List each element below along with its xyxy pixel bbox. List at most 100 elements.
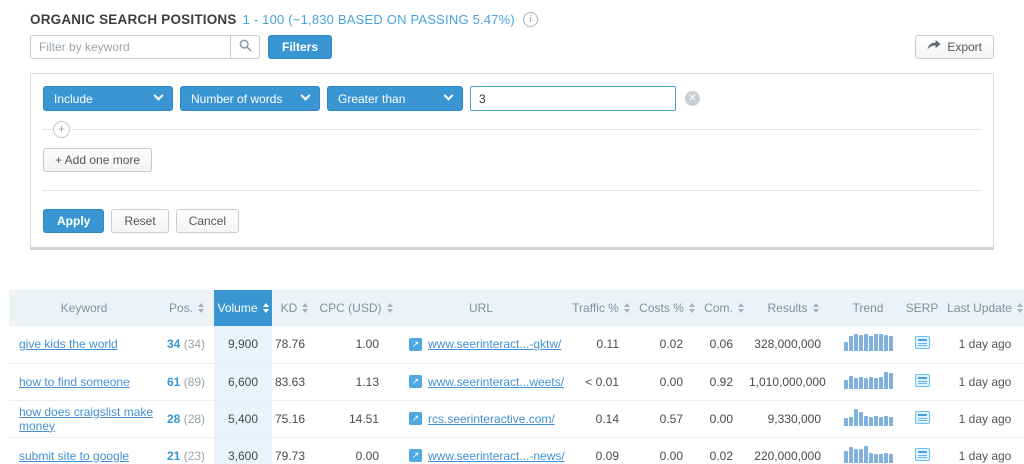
column-header-com[interactable]: Com.: [699, 290, 749, 326]
url-link[interactable]: www.seerinteract...-gktw/: [428, 337, 561, 351]
sort-icon: [1017, 303, 1023, 313]
column-header-volume[interactable]: Volume: [214, 290, 272, 326]
column-header-results[interactable]: Results: [749, 290, 837, 326]
toolbar: Filters Export: [30, 35, 994, 59]
trend-sparkline: [844, 409, 893, 426]
url-link[interactable]: www.seerinteract...weets/: [428, 375, 564, 389]
info-icon[interactable]: i: [523, 12, 538, 27]
volume-cell: 3,600: [214, 437, 272, 464]
panel-actions: Apply Reset Cancel: [43, 209, 981, 233]
dotted-divider: +: [43, 129, 981, 130]
com-cell: 0.92: [699, 363, 749, 400]
results-cell: 220,000,000: [749, 437, 837, 464]
traffic-cell: 0.09: [567, 437, 635, 464]
keyword-filter-group: [30, 35, 260, 59]
position-cell: 28 (28): [159, 400, 214, 437]
keyword-link[interactable]: how does craigslist make money: [19, 405, 153, 433]
column-header-keyword[interactable]: Keyword: [9, 290, 159, 326]
volume-cell: 6,600: [214, 363, 272, 400]
filter-condition-row: Include Number of words Greater than ✕: [43, 86, 981, 111]
position-cell: 61 (89): [159, 363, 214, 400]
keyword-filter-input[interactable]: [30, 35, 230, 59]
external-link-icon[interactable]: ↗: [409, 412, 422, 425]
magnifier-icon: [239, 39, 252, 55]
field-dropdown-value: Number of words: [191, 92, 282, 106]
cancel-button[interactable]: Cancel: [176, 209, 239, 233]
column-header-trend: Trend: [837, 290, 899, 326]
last-update-cell: 1 day ago: [945, 363, 1024, 400]
add-one-more-button[interactable]: + Add one more: [43, 148, 152, 172]
sort-icon: [624, 303, 630, 313]
column-header-kd[interactable]: KD: [272, 290, 317, 326]
trend-sparkline: [844, 446, 893, 463]
table-row: how does craigslist make money 28 (28) 5…: [9, 400, 1024, 437]
operator-dropdown[interactable]: Include: [43, 86, 173, 111]
results-range-label: 1 - 100 (~1,830 BASED ON PASSING 5.47%): [243, 12, 515, 27]
url-link[interactable]: www.seerinteract...-news/: [428, 449, 565, 463]
sort-icon: [387, 303, 393, 313]
serp-icon[interactable]: [915, 374, 930, 387]
results-cell: 1,010,000,000: [749, 363, 837, 400]
external-link-icon[interactable]: ↗: [409, 375, 422, 388]
traffic-cell: 0.11: [567, 326, 635, 363]
comparison-dropdown-value: Greater than: [338, 92, 405, 106]
export-button[interactable]: Export: [915, 35, 994, 59]
apply-button[interactable]: Apply: [43, 209, 104, 233]
column-header-costs[interactable]: Costs %: [635, 290, 699, 326]
external-link-icon[interactable]: ↗: [409, 449, 422, 462]
field-dropdown[interactable]: Number of words: [180, 86, 320, 111]
condition-value-input[interactable]: [470, 86, 676, 111]
external-link-icon[interactable]: ↗: [409, 338, 422, 351]
traffic-cell: < 0.01: [567, 363, 635, 400]
costs-cell: 0.00: [635, 437, 699, 464]
kd-cell: 83.63: [272, 363, 317, 400]
positions-table: Keyword Pos. Volume KD CPC (USD) URL Tra…: [9, 290, 1024, 464]
filters-button[interactable]: Filters: [268, 35, 332, 59]
column-header-url[interactable]: URL: [395, 290, 567, 326]
column-header-cpc[interactable]: CPC (USD): [317, 290, 395, 326]
serp-icon[interactable]: [915, 448, 930, 461]
position-cell: 21 (23): [159, 437, 214, 464]
serp-icon[interactable]: [915, 411, 930, 424]
search-button[interactable]: [230, 35, 260, 59]
kd-cell: 79.73: [272, 437, 317, 464]
table-row: submit site to google 21 (23) 3,600 79.7…: [9, 437, 1024, 464]
reset-button[interactable]: Reset: [111, 209, 168, 233]
url-link[interactable]: rcs.seerinteractive.com/: [428, 412, 555, 426]
last-update-cell: 1 day ago: [945, 326, 1024, 363]
keyword-link[interactable]: submit site to google: [19, 449, 129, 463]
com-cell: 0.00: [699, 400, 749, 437]
chevron-down-icon: [301, 91, 311, 101]
close-circle-icon[interactable]: ✕: [685, 91, 700, 106]
sort-icon: [738, 303, 744, 313]
cpc-cell: 14.51: [317, 400, 395, 437]
table-header-row: Keyword Pos. Volume KD CPC (USD) URL Tra…: [9, 290, 1024, 326]
operator-dropdown-value: Include: [54, 92, 93, 106]
results-cell: 328,000,000: [749, 326, 837, 363]
table-row: how to find someone 61 (89) 6,600 83.63 …: [9, 363, 1024, 400]
cpc-cell: 0.00: [317, 437, 395, 464]
comparison-dropdown[interactable]: Greater than: [327, 86, 463, 111]
serp-icon[interactable]: [915, 336, 930, 349]
keyword-link[interactable]: how to find someone: [19, 375, 130, 389]
last-update-cell: 1 day ago: [945, 400, 1024, 437]
filters-panel: Include Number of words Greater than ✕ +…: [30, 73, 994, 250]
kd-cell: 75.16: [272, 400, 317, 437]
cpc-cell: 1.13: [317, 363, 395, 400]
com-cell: 0.06: [699, 326, 749, 363]
sort-icon: [302, 303, 308, 313]
sort-icon: [263, 303, 269, 313]
cpc-cell: 1.00: [317, 326, 395, 363]
costs-cell: 0.02: [635, 326, 699, 363]
column-header-last-update[interactable]: Last Update: [945, 290, 1024, 326]
traffic-cell: 0.14: [567, 400, 635, 437]
column-header-traffic[interactable]: Traffic %: [567, 290, 635, 326]
plus-circle-icon[interactable]: +: [53, 121, 70, 138]
sort-icon: [813, 303, 819, 313]
share-arrow-icon: [927, 40, 941, 54]
column-header-serp: SERP: [899, 290, 945, 326]
costs-cell: 0.00: [635, 363, 699, 400]
column-header-pos[interactable]: Pos.: [159, 290, 214, 326]
page-header: ORGANIC SEARCH POSITIONS 1 - 100 (~1,830…: [9, 10, 1015, 27]
keyword-link[interactable]: give kids the world: [19, 337, 118, 351]
